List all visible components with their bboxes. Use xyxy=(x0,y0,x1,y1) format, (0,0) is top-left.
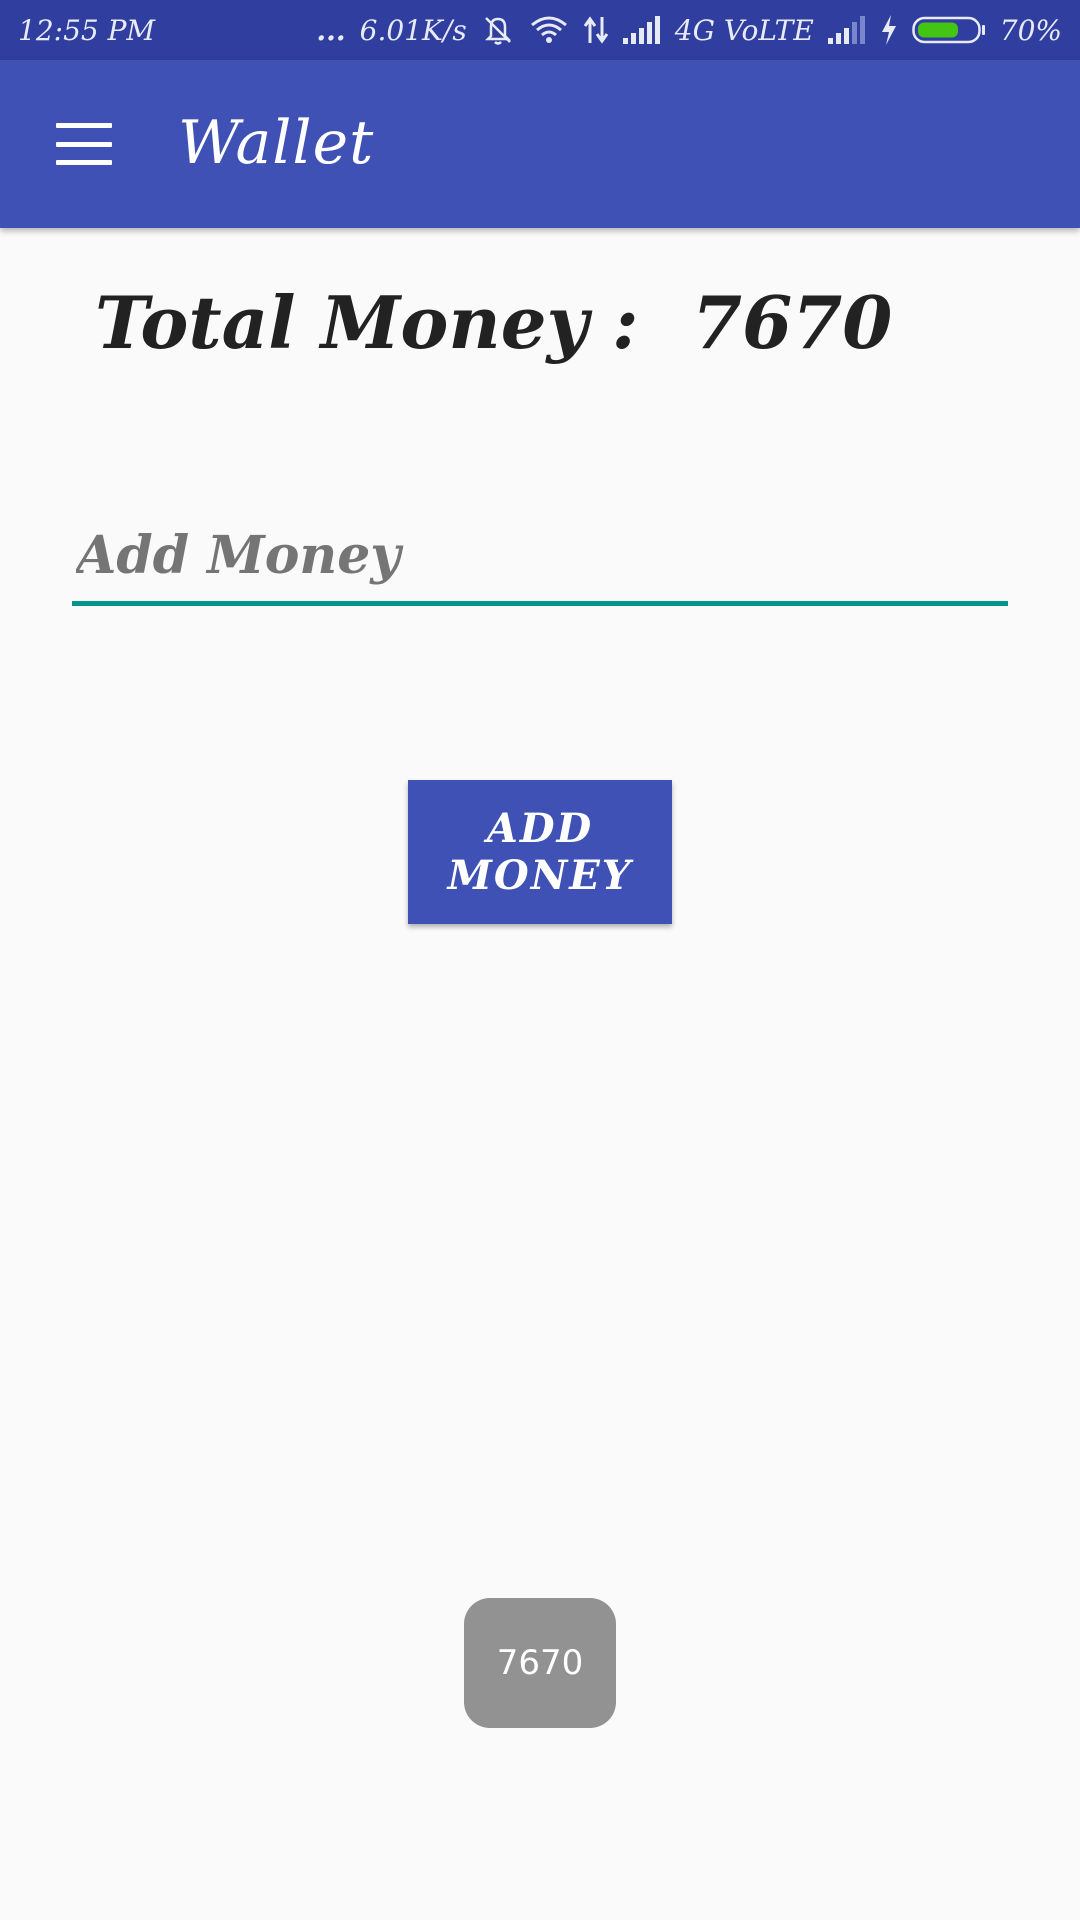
battery-icon xyxy=(912,15,986,45)
add-money-field-container xyxy=(72,510,1008,610)
app-bar: Wallet xyxy=(0,60,1080,228)
signal-icon xyxy=(622,16,661,44)
total-money-label: Total Money xyxy=(95,280,589,365)
total-money-colon: : xyxy=(612,280,639,365)
network-speed: 6.01K/s xyxy=(359,13,467,47)
battery-percent: 70% xyxy=(999,13,1062,47)
app-title: Wallet xyxy=(178,108,375,178)
charging-icon xyxy=(880,15,898,45)
wifi-icon xyxy=(529,15,569,45)
menu-line xyxy=(56,160,112,165)
hamburger-menu-icon[interactable] xyxy=(56,123,112,165)
signal-weak-icon xyxy=(827,16,866,44)
status-bar: 12:55 PM ... 6.01K/s 4G VoLTE 70% xyxy=(0,0,1080,60)
toast-message: 7670 xyxy=(464,1598,616,1728)
add-money-button[interactable]: ADD MONEY xyxy=(408,780,672,924)
data-arrows-icon xyxy=(583,15,609,45)
status-icons: ... 6.01K/s 4G VoLTE 70% xyxy=(316,14,1062,47)
status-time: 12:55 PM xyxy=(18,13,156,47)
mute-icon xyxy=(481,14,515,46)
menu-line xyxy=(56,123,112,128)
menu-line xyxy=(56,141,112,147)
add-money-input[interactable] xyxy=(72,510,1008,606)
network-type: 4G VoLTE xyxy=(674,13,814,47)
total-money-value: 7670 xyxy=(692,280,893,365)
dots-icon: ... xyxy=(316,13,346,47)
